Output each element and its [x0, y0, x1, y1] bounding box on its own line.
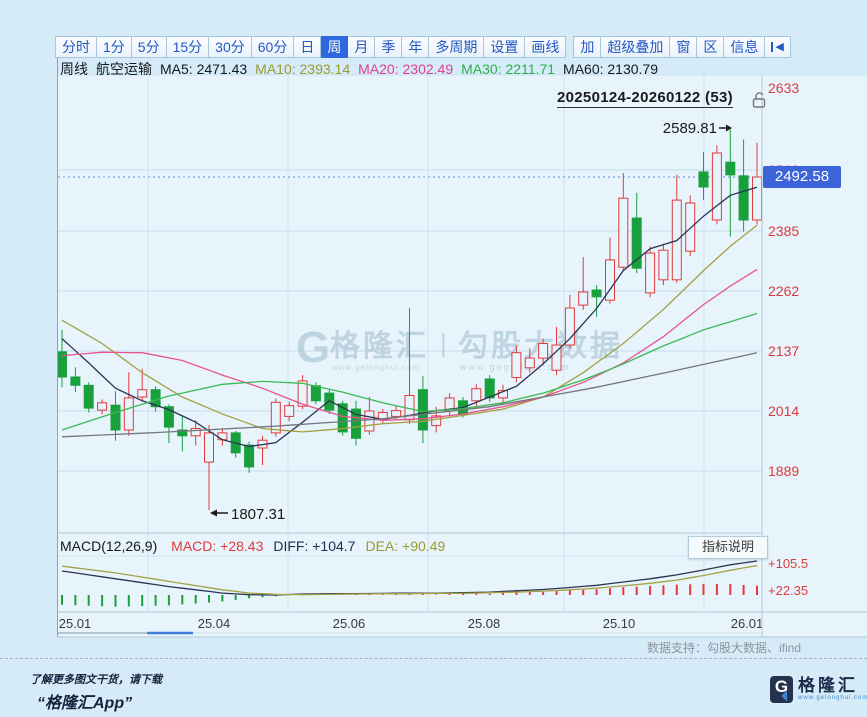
macd-macd-value: MACD: +28.43 [171, 538, 263, 554]
svg-text:25.04: 25.04 [198, 616, 231, 631]
toolbar-button-13[interactable]: 画线 [525, 36, 566, 58]
toolbar-button-16[interactable]: 窗 [670, 36, 697, 58]
symbol-label: 航空运输 [96, 61, 152, 77]
toolbar-button-8[interactable]: 月 [348, 36, 375, 58]
svg-text:2589.81: 2589.81 [663, 120, 717, 137]
indicator-help-button[interactable]: 指标说明 [688, 536, 768, 559]
ma-value-ma60: MA60: 2130.79 [563, 61, 658, 77]
logo-url: www.gelonghui.com [798, 695, 867, 701]
datasource-note: 数据支持：勾股大数据、ifind [647, 639, 801, 656]
svg-text:2137: 2137 [768, 343, 799, 359]
svg-text:25.01: 25.01 [59, 616, 92, 631]
ma-value-ma10: MA10: 2393.14 [255, 61, 350, 77]
ma-value-ma30: MA30: 2211.71 [461, 61, 555, 77]
toolbar-button-4[interactable]: 30分 [209, 36, 252, 58]
ma-value-ma20: MA20: 2302.49 [358, 61, 453, 77]
last-price-badge: 2492.58 [763, 166, 841, 188]
macd-header: MACD(12,26,9) MACD: +28.43 DIFF: +104.7 DE… [60, 538, 455, 554]
macd-params-label: MACD(12,26,9) [60, 538, 157, 554]
svg-text:2262: 2262 [768, 283, 799, 299]
svg-text:|: | [440, 328, 447, 358]
toolbar-button-2[interactable]: 5分 [132, 36, 167, 58]
svg-text:2633: 2633 [768, 80, 799, 96]
ma-value-ma5: MA5: 2471.43 [160, 61, 247, 77]
toolbar-button-0[interactable]: 分时 [55, 36, 97, 58]
svg-text:www.gelonghui.com: www.gelonghui.com [331, 363, 420, 372]
chart-canvas: G格隆汇www.gelonghui.com|勾股大数据www.gogudata.… [0, 0, 867, 717]
toolbar-button-15[interactable]: 超级叠加 [601, 36, 670, 58]
stock-chart-app: G格隆汇www.gelonghui.com|勾股大数据www.gogudata.… [0, 0, 867, 717]
promo-text-line1: 了解更多图文干货，请下载 [30, 671, 162, 687]
svg-text:2014: 2014 [768, 403, 799, 419]
svg-text:25.08: 25.08 [468, 616, 501, 631]
toolbar-button-17[interactable]: 区 [697, 36, 724, 58]
indicator-row: 周线航空运输 MA5: 2471.43 MA10: 2393.14 MA20: 230… [60, 59, 666, 79]
toolbar-button-12[interactable]: 设置 [484, 36, 525, 58]
toolbar-button-14[interactable]: 加 [573, 36, 601, 58]
footer-divider [0, 658, 867, 659]
gelonghui-logo-icon: G [770, 676, 793, 703]
svg-text:1807.31: 1807.31 [231, 506, 285, 523]
svg-text:+105.5: +105.5 [768, 556, 808, 571]
macd-dea-value: DEA: +90.49 [365, 538, 445, 554]
toolbar-button-1[interactable]: 1分 [97, 36, 132, 58]
logo-brand-name: 格隆汇 [798, 676, 867, 695]
svg-text:25.06: 25.06 [333, 616, 366, 631]
date-range-label[interactable]: 20250124-20260122 (53) [557, 89, 733, 108]
toolbar-button-9[interactable]: 季 [375, 36, 402, 58]
macd-diff-value: DIFF: +104.7 [273, 538, 355, 554]
toolbar-button-3[interactable]: 15分 [167, 36, 210, 58]
toolbar-button-5[interactable]: 60分 [252, 36, 295, 58]
period-toolbar: 分时1分5分15分30分60分日周月季年多周期设置画线加超级叠加窗区信息◀ [55, 36, 791, 58]
toolbar-skip-to-start-icon[interactable]: ◀ [765, 36, 790, 58]
svg-text:格隆汇: 格隆汇 [330, 330, 429, 363]
gelonghui-logo: G 格隆汇 www.gelonghui.com [770, 676, 867, 703]
svg-text:1889: 1889 [768, 463, 799, 479]
unlock-icon[interactable] [751, 91, 767, 114]
toolbar-button-18[interactable]: 信息 [724, 36, 765, 58]
svg-text:2385: 2385 [768, 223, 799, 239]
toolbar-button-11[interactable]: 多周期 [429, 36, 484, 58]
svg-text:+22.35: +22.35 [768, 583, 808, 598]
svg-text:G: G [296, 323, 330, 372]
svg-text:25.10: 25.10 [603, 616, 636, 631]
toolbar-button-6[interactable]: 日 [294, 36, 321, 58]
promo-text-line2: “格隆汇App” [37, 689, 132, 713]
period-label: 周线 [60, 61, 88, 77]
svg-text:26.01: 26.01 [731, 616, 764, 631]
toolbar-button-7[interactable]: 周 [321, 36, 348, 58]
toolbar-button-10[interactable]: 年 [402, 36, 429, 58]
